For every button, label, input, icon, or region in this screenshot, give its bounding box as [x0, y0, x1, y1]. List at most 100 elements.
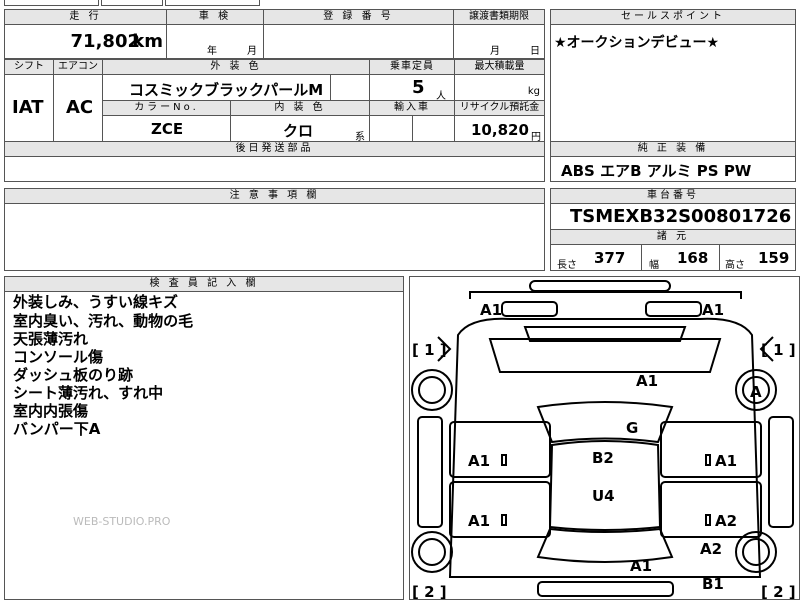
interior-color-value: クロ: [283, 122, 314, 140]
inspector-note-line: コンソール傷: [13, 348, 104, 366]
damage-label-front-left-corner: A1: [480, 301, 503, 319]
specs-length-cell: 長さ 377: [550, 244, 642, 271]
transfer-month-label: 月: [490, 46, 500, 57]
panel-bracket-right-1: [ 1 ]: [761, 341, 796, 359]
inspector-note-line: 天張薄汚れ: [13, 330, 89, 348]
max-load-cell: kg: [454, 74, 545, 101]
registration-cell: [263, 24, 454, 59]
mileage-unit: km: [132, 31, 163, 52]
specs-width-cell: 幅 168: [641, 244, 720, 271]
inspector-notes-cell: 外装しみ、うすい線キズ 室内臭い、汚れ、動物の毛 天張薄汚れ コンソール傷 ダッ…: [4, 291, 404, 600]
inspector-note-line: バンパー下A: [13, 420, 101, 438]
mileage-value: 71,802: [70, 31, 140, 52]
exterior-color-value: コスミックブラックパールM: [129, 81, 324, 99]
inspection-year-label: 年: [207, 46, 217, 57]
inspector-note-line: シート薄汚れ、すれ中: [13, 384, 164, 402]
sales-point-cell: ★オークションデビュー★: [550, 24, 796, 142]
specs-height-label: 高さ: [725, 260, 745, 271]
inspection-header: 車 検: [166, 9, 264, 25]
watermark: WEB-STUDIO.PRO: [73, 515, 171, 528]
capacity-unit: 人: [436, 91, 446, 101]
color-no-cell: ZCE: [102, 115, 231, 142]
damage-label-front-right-wheel: A: [750, 383, 762, 401]
transfer-deadline-cell: 月 日: [453, 24, 545, 59]
recycle-unit: 円: [531, 132, 541, 142]
genuine-equipment-cell: ABS エアB アルミ PS PW: [550, 156, 796, 182]
top-strip-right: [165, 0, 260, 6]
damage-label-roof-rear: U4: [592, 487, 615, 505]
specs-width-label: 幅: [649, 260, 659, 271]
genuine-equipment-header: 純 正 装 備: [550, 141, 796, 157]
recycle-cell: 10,820 円: [454, 115, 545, 142]
interior-color-suffix: 系: [355, 132, 365, 142]
chassis-header: 車台番号: [550, 188, 796, 204]
inspector-note-line: 室内臭い、汚れ、動物の毛: [13, 312, 194, 330]
damage-label-roof-front: B2: [592, 449, 614, 467]
damage-label-hood: A1: [636, 372, 659, 390]
panel-bracket-right-2: [ 2 ]: [761, 583, 796, 600]
damage-label-right-rear-door: A2: [715, 512, 738, 530]
panel-bracket-left-1: [ 1 ]: [412, 341, 447, 359]
damage-label-front-right-corner: A1: [702, 301, 725, 319]
top-strip-mid: [101, 0, 163, 6]
chassis-value: TSMEXB32S00801726: [570, 206, 792, 227]
specs-width-value: 168: [677, 249, 709, 267]
panel-bracket-left-2: [ 2 ]: [412, 583, 447, 600]
recycle-header: リサイクル預託金: [454, 100, 545, 116]
import-car-cell-a: [369, 115, 413, 142]
later-parts-cell: [4, 156, 545, 182]
capacity-header: 乗車定員: [369, 59, 455, 75]
specs-header: 諸 元: [550, 229, 796, 245]
damage-label-rear-right-corner: B1: [702, 575, 724, 593]
inspector-notes-header: 検 査 員 記 入 欄: [4, 276, 404, 292]
import-car-header: 輸入車: [369, 100, 455, 116]
color-no-value: ZCE: [151, 120, 184, 138]
specs-height-cell: 高さ 159: [719, 244, 796, 271]
recycle-value: 10,820: [471, 121, 529, 139]
inspector-note-line: ダッシュ板のり跡: [13, 366, 134, 384]
mileage-header: 走 行: [4, 9, 167, 25]
import-car-cell-b: [412, 115, 455, 142]
shift-cell: IAT: [4, 74, 54, 142]
car-diagram: [411, 280, 794, 597]
damage-label-right-rear-quarter: A2: [700, 540, 723, 558]
damage-label-left-rear-door: A1: [468, 512, 491, 530]
top-strip-left: [4, 0, 99, 6]
sales-point-header: セールスポイント: [550, 9, 796, 25]
damage-label-windshield: G: [626, 419, 639, 437]
exterior-color-header: 外 装 色: [102, 59, 370, 75]
shift-header: シフト: [4, 59, 54, 75]
inspector-note-line: 室内内張傷: [13, 402, 89, 420]
max-load-unit: kg: [527, 86, 540, 97]
genuine-equipment-value: ABS エアB アルミ PS PW: [561, 162, 752, 180]
inspector-note-line: 外装しみ、うすい線キズ: [13, 293, 179, 311]
inspection-cell: 年 月: [166, 24, 264, 59]
damage-label-left-front-door: A1: [468, 452, 491, 470]
chassis-cell: TSMEXB32S00801726: [550, 203, 796, 230]
car-diagram-panel: [ 1 ] [ 1 ] [ 2 ] [ 2 ] A1 A1 A1 A G A1 …: [409, 276, 800, 600]
aircon-cell: AC: [53, 74, 103, 142]
specs-height-value: 159: [758, 249, 790, 267]
aircon-header: エアコン: [53, 59, 103, 75]
damage-label-rear-hatch: A1: [630, 557, 653, 575]
later-parts-header: 後日発送部品: [4, 141, 545, 157]
specs-length-value: 377: [594, 249, 626, 267]
aircon-value: AC: [66, 97, 94, 118]
shift-value: IAT: [12, 97, 44, 118]
specs-length-label: 長さ: [557, 260, 577, 271]
interior-color-header: 内 装 色: [230, 100, 370, 116]
capacity-value: 5: [412, 77, 425, 98]
damage-label-right-front-door: A1: [715, 452, 738, 470]
registration-header: 登 録 番 号: [263, 9, 454, 25]
exterior-color-extra: [330, 74, 370, 101]
inspection-month-label: 月: [247, 46, 257, 57]
capacity-cell: 5 人: [369, 74, 455, 101]
exterior-color-cell: コスミックブラックパールM: [102, 74, 331, 101]
cautions-header: 注 意 事 項 欄: [4, 188, 545, 204]
mileage-cell: 71,802 km: [4, 24, 167, 59]
transfer-day-label: 日: [530, 46, 540, 57]
cautions-cell: [4, 203, 545, 271]
sales-point-text: ★オークションデビュー★: [554, 35, 720, 51]
color-no-header: カラーNo.: [102, 100, 231, 116]
transfer-deadline-header: 譲渡書類期限: [453, 9, 545, 25]
